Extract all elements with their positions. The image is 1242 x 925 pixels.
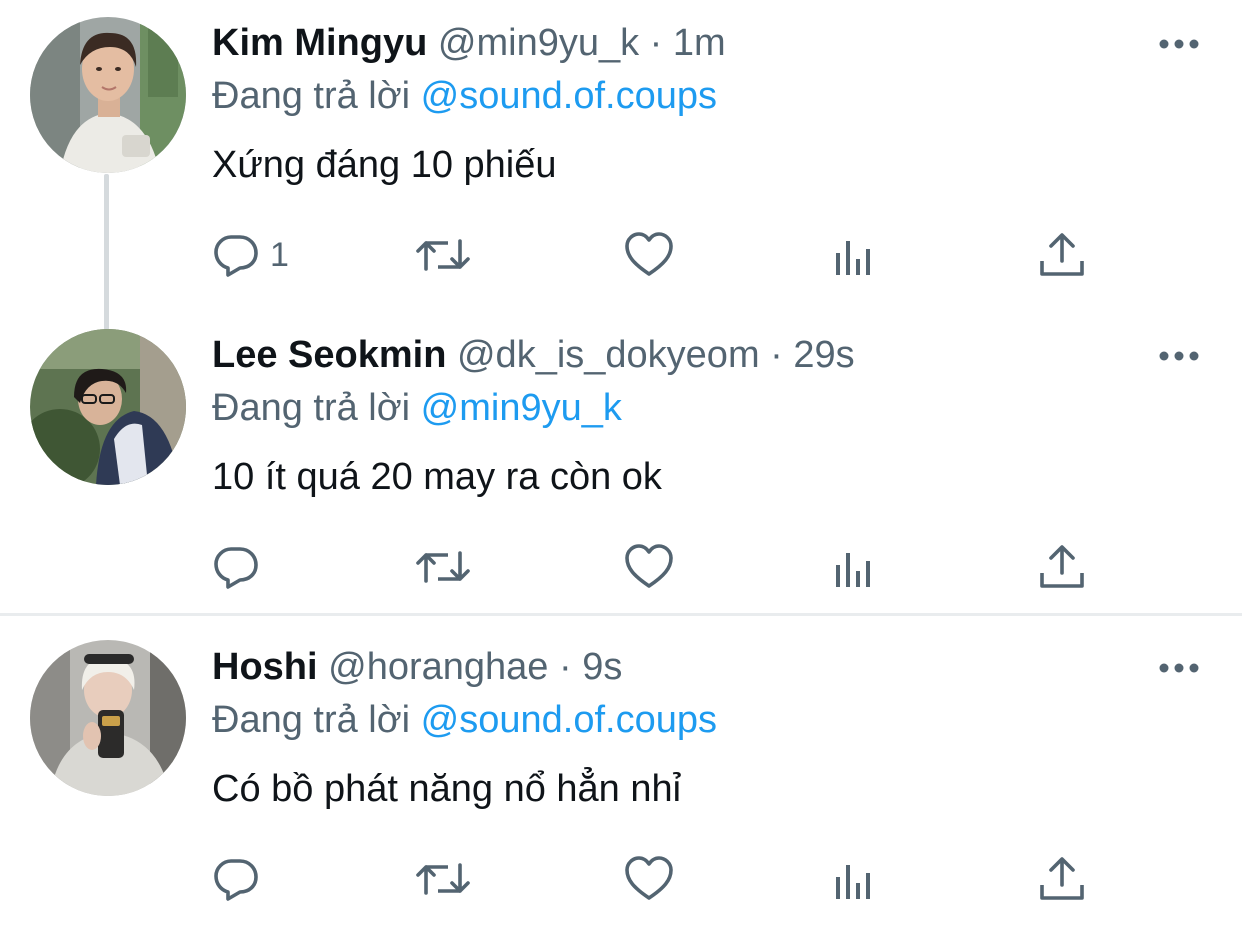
separator-dot: · — [559, 646, 572, 688]
mention-link[interactable]: @sound.of.coups — [421, 75, 717, 117]
share-icon — [1040, 857, 1084, 900]
tweet-header: Hoshi @horanghae · 9s — [212, 642, 622, 692]
replying-to: Đang trả lời @min9yu_k — [212, 383, 622, 433]
display-name[interactable]: Kim Mingyu — [212, 22, 427, 64]
retweet-button[interactable] — [415, 541, 471, 593]
timestamp[interactable]: 9s — [582, 646, 622, 688]
replying-to-label: Đang trả lời — [212, 699, 411, 741]
avatar[interactable] — [30, 329, 186, 485]
retweet-icon — [416, 239, 470, 271]
display-name[interactable]: Hoshi — [212, 646, 318, 688]
timestamp[interactable]: 29s — [793, 334, 854, 376]
tweet-text: 10 ít quá 20 may ra còn ok — [212, 456, 662, 498]
retweet-button[interactable] — [415, 229, 471, 281]
reply-count: 1 — [270, 235, 289, 274]
more-options-button[interactable] — [1158, 37, 1200, 51]
username-handle[interactable]: @horanghae — [328, 646, 548, 688]
share-button[interactable] — [1038, 541, 1086, 593]
replying-to-label: Đang trả lời — [212, 75, 411, 117]
share-button[interactable] — [1038, 853, 1086, 905]
tweet[interactable]: Lee Seokmin @dk_is_dokyeom · 29s Đang tr… — [0, 312, 1242, 614]
replying-to: Đang trả lời @sound.of.coups — [212, 695, 717, 745]
view-stats-button[interactable] — [832, 541, 880, 593]
replying-to-label: Đang trả lời — [212, 387, 411, 429]
more-icon — [1159, 663, 1199, 673]
like-button[interactable] — [624, 541, 674, 593]
avatar[interactable] — [30, 17, 186, 173]
display-name[interactable]: Lee Seokmin — [212, 334, 446, 376]
retweet-icon — [416, 551, 470, 583]
more-options-button[interactable] — [1158, 661, 1200, 675]
stats-icon — [836, 241, 870, 275]
tweet[interactable]: Kim Mingyu @min9yu_k · 1m Đang trả lời @… — [0, 0, 1242, 312]
timestamp[interactable]: 1m — [673, 22, 726, 64]
share-icon — [1040, 545, 1084, 588]
reply-button[interactable]: 1 — [212, 229, 289, 281]
tweet-header: Kim Mingyu @min9yu_k · 1m — [212, 18, 726, 68]
username-handle[interactable]: @min9yu_k — [438, 22, 639, 64]
like-icon — [625, 232, 673, 276]
mention-link[interactable]: @min9yu_k — [421, 387, 622, 429]
share-icon — [1040, 233, 1084, 276]
reply-button[interactable] — [212, 853, 270, 905]
view-stats-button[interactable] — [832, 229, 880, 281]
replying-to: Đang trả lời @sound.of.coups — [212, 71, 717, 121]
reply-icon — [214, 547, 258, 589]
like-button[interactable] — [624, 229, 674, 281]
mention-link[interactable]: @sound.of.coups — [421, 699, 717, 741]
separator-dot: · — [770, 334, 783, 376]
tweet[interactable]: Hoshi @horanghae · 9s Đang trả lời @soun… — [0, 616, 1242, 925]
share-button[interactable] — [1038, 229, 1086, 281]
stats-icon — [836, 865, 870, 899]
reply-icon — [214, 235, 258, 277]
more-icon — [1159, 39, 1199, 49]
username-handle[interactable]: @dk_is_dokyeom — [457, 334, 760, 376]
tweet-text: Có bồ phát năng nổ hẳn nhỉ — [212, 768, 682, 810]
view-stats-button[interactable] — [832, 853, 880, 905]
like-button[interactable] — [624, 853, 674, 905]
tweet-header: Lee Seokmin @dk_is_dokyeom · 29s — [212, 330, 855, 380]
separator-dot: · — [649, 22, 663, 64]
retweet-icon — [416, 863, 470, 895]
like-icon — [625, 856, 673, 900]
reply-icon — [214, 859, 258, 901]
more-icon — [1159, 351, 1199, 361]
stats-icon — [836, 553, 870, 587]
retweet-button[interactable] — [415, 853, 471, 905]
reply-button[interactable] — [212, 541, 270, 593]
avatar[interactable] — [30, 640, 186, 796]
more-options-button[interactable] — [1158, 349, 1200, 363]
like-icon — [625, 544, 673, 588]
tweet-text: Xứng đáng 10 phiếu — [212, 144, 557, 186]
